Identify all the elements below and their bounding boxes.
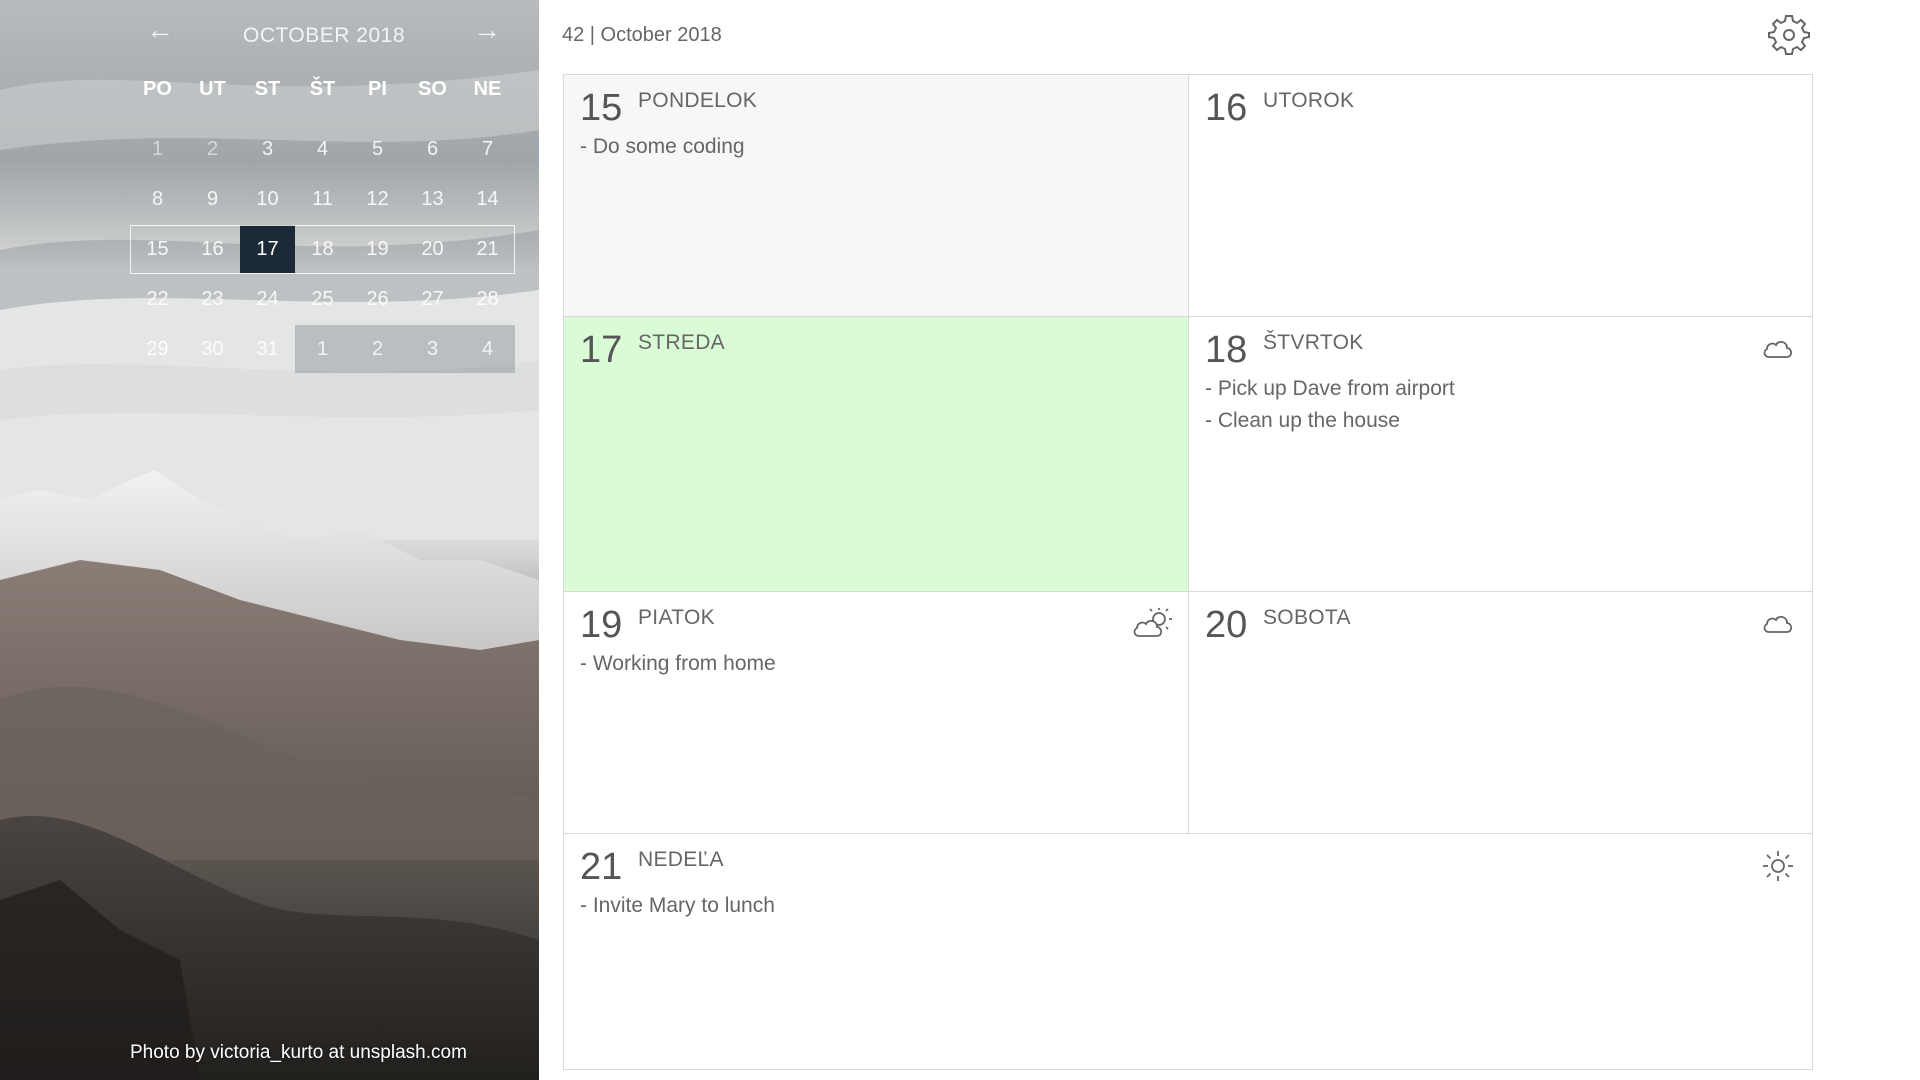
task-item[interactable]: - Working from home	[580, 648, 776, 680]
next-month-day[interactable]: 3	[405, 325, 460, 373]
day-cell-thursday[interactable]: 18 ŠTVRTOK - Pick up Dave from airport -…	[1189, 317, 1812, 591]
week-title: 42 | October 2018	[562, 24, 722, 46]
day-number: 17	[580, 329, 623, 371]
calendar-week: 8 9 10 11 12 13 14	[130, 175, 515, 225]
calendar-day[interactable]: 2	[185, 125, 240, 173]
task-list: - Invite Mary to lunch	[580, 890, 775, 922]
task-item[interactable]: - Invite Mary to lunch	[580, 890, 775, 922]
calendar-day[interactable]: 4	[295, 125, 350, 173]
calendar-sidebar: ← → OCTOBER 2018 PO UT ST ŠT PI SO NE 1 …	[0, 0, 539, 1080]
gear-icon	[1768, 15, 1810, 55]
calendar-week: 22 23 24 25 26 27 28	[130, 275, 515, 325]
calendar-day[interactable]: 21	[460, 225, 515, 273]
task-list: - Working from home	[580, 648, 776, 680]
row-divider	[564, 316, 1812, 317]
cloud-icon	[1763, 616, 1793, 633]
next-month-day[interactable]: 2	[350, 325, 405, 373]
task-item[interactable]: - Clean up the house	[1205, 405, 1455, 437]
weekday-label: ST	[254, 78, 281, 100]
calendar-day[interactable]: 5	[350, 125, 405, 173]
calendar-day[interactable]: 3	[240, 125, 295, 173]
day-cell-tuesday[interactable]: 16 UTOROK	[1189, 75, 1812, 316]
day-cell-wednesday[interactable]: 17 STREDA	[564, 317, 1188, 591]
day-name: UTOROK	[1263, 89, 1355, 112]
calendar-day[interactable]: 19	[350, 225, 405, 273]
calendar-day[interactable]: 8	[130, 175, 185, 223]
day-number: 19	[580, 604, 623, 646]
day-name: PIATOK	[638, 606, 715, 629]
weekday-header: PO UT ST ŠT PI SO NE	[130, 78, 515, 101]
next-month-day[interactable]: 1	[295, 325, 350, 373]
day-number: 15	[580, 87, 623, 129]
weekday-label: UT	[199, 78, 226, 100]
calendar-day[interactable]: 14	[460, 175, 515, 223]
task-list: - Do some coding	[580, 131, 745, 163]
row-divider	[564, 591, 1812, 592]
calendar-day[interactable]: 28	[460, 275, 515, 323]
calendar-day[interactable]: 23	[185, 275, 240, 323]
mini-calendar-grid: 1 2 3 4 5 6 7 8 9 10 11 12 13 14 15 16 1…	[130, 125, 515, 375]
task-item[interactable]: - Pick up Dave from airport	[1205, 373, 1455, 405]
column-divider	[1188, 75, 1189, 833]
calendar-day[interactable]: 18	[295, 225, 350, 273]
day-cell-monday[interactable]: 15 PONDELOK - Do some coding	[564, 75, 1188, 316]
day-cell-saturday[interactable]: 20 SOBOTA	[1189, 592, 1812, 833]
calendar-day[interactable]: 7	[460, 125, 515, 173]
calendar-week: 29 30 31 1 2 3 4	[130, 325, 515, 375]
weekday-label: NE	[473, 78, 502, 100]
calendar-day[interactable]: 20	[405, 225, 460, 273]
calendar-day[interactable]: 24	[240, 275, 295, 323]
day-cell-sunday[interactable]: 21 NEDEĽA - Invite Mary to lunch	[564, 834, 1812, 1069]
day-name: SOBOTA	[1263, 606, 1351, 629]
current-week: 15 16 17 18 19 20 21	[130, 225, 515, 275]
selected-day[interactable]: 17	[240, 225, 295, 273]
day-name: PONDELOK	[638, 89, 758, 112]
row-divider	[564, 833, 1812, 834]
calendar-day[interactable]: 15	[130, 225, 185, 273]
sun-icon	[1763, 851, 1793, 881]
day-name: STREDA	[638, 331, 725, 354]
day-number: 20	[1205, 604, 1248, 646]
photo-credit: Photo by victoria_kurto at unsplash.com	[130, 1042, 467, 1063]
calendar-day[interactable]: 22	[130, 275, 185, 323]
day-name: NEDEĽA	[638, 848, 724, 871]
day-cell-friday[interactable]: 19 PIATOK - Working from home	[564, 592, 1188, 833]
weekday-label: PO	[143, 78, 172, 100]
next-month-button[interactable]: →	[472, 16, 502, 44]
cloud-icon	[1763, 341, 1793, 358]
calendar-day[interactable]: 13	[405, 175, 460, 223]
calendar-day[interactable]: 16	[185, 225, 240, 273]
week-board: 15 PONDELOK - Do some coding 16 UTOROK 1…	[563, 74, 1813, 1070]
calendar-day[interactable]: 1	[130, 125, 185, 173]
calendar-day[interactable]: 27	[405, 275, 460, 323]
month-label: OCTOBER 2018	[242, 24, 405, 47]
partly-sunny-icon	[1133, 608, 1172, 637]
calendar-day[interactable]: 29	[130, 325, 185, 373]
calendar-day[interactable]: 10	[240, 175, 295, 223]
calendar-day[interactable]: 31	[240, 325, 295, 373]
calendar-day[interactable]: 6	[405, 125, 460, 173]
calendar-week: 1 2 3 4 5 6 7	[130, 125, 515, 175]
weekday-label: ŠT	[309, 78, 336, 100]
day-name: ŠTVRTOK	[1263, 331, 1364, 354]
prev-month-button[interactable]: ←	[145, 16, 175, 44]
day-number: 18	[1205, 329, 1248, 371]
task-item[interactable]: - Do some coding	[580, 131, 745, 163]
task-list: - Pick up Dave from airport - Clean up t…	[1205, 373, 1455, 437]
calendar-day[interactable]: 25	[295, 275, 350, 323]
settings-button[interactable]	[1768, 13, 1810, 55]
next-month-day[interactable]: 4	[460, 325, 515, 373]
day-number: 21	[580, 846, 623, 888]
day-number: 16	[1205, 87, 1248, 129]
calendar-day[interactable]: 30	[185, 325, 240, 373]
calendar-day[interactable]: 11	[295, 175, 350, 223]
weekday-label: SO	[418, 78, 447, 100]
calendar-day[interactable]: 9	[185, 175, 240, 223]
calendar-day[interactable]: 12	[350, 175, 405, 223]
weekday-label: PI	[368, 78, 387, 100]
calendar-day[interactable]: 26	[350, 275, 405, 323]
